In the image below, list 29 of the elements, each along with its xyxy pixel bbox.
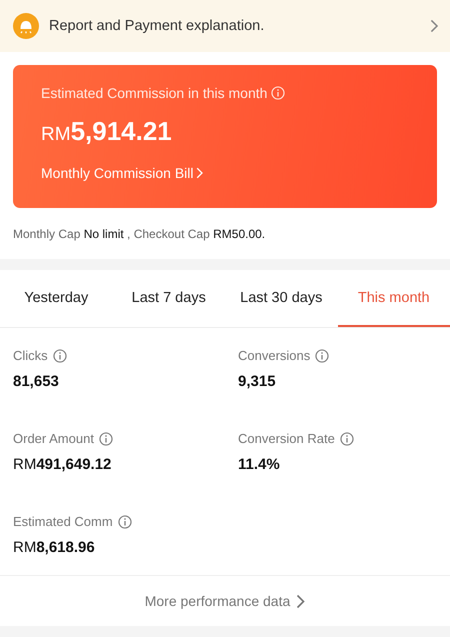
chevron-right-icon [196,167,204,179]
metric-value: RM491,649.12 [13,456,112,473]
metric-label: Clicks [13,348,48,363]
metric-value: 81,653 [13,373,60,390]
chevron-right-icon [296,594,306,608]
notice-text: Report and Payment explanation. [49,18,266,34]
info-icon[interactable] [98,432,113,446]
metric-label: Conversions [238,348,310,363]
info-icon[interactable] [340,432,354,446]
chevron-right-icon [430,19,438,33]
metric-value: RM8,618.96 [13,539,96,556]
info-icon[interactable] [52,348,67,362]
notice-bar[interactable]: Report and Payment explanation. [0,0,450,52]
metric-label: Estimated Comm [13,514,113,529]
period-tab[interactable]: Last 7 days [112,270,225,327]
period-tab[interactable]: This month [338,270,450,327]
metric-value: 11.4% [238,456,281,473]
bell-icon [13,13,39,39]
card-title: Estimated Commission in this month [41,85,409,101]
info-icon[interactable] [118,514,132,528]
metric-value: 9,315 [238,373,277,390]
metric-label: Order Amount [13,431,94,446]
info-icon[interactable] [315,348,330,362]
period-tab[interactable]: Yesterday [0,270,112,327]
commission-amount: RM5,914.21 [41,116,173,147]
metric-label: Conversion Rate [238,431,335,446]
cap-info: Monthly Cap No limit , Checkout Cap RM50.00. [13,227,266,241]
period-tab[interactable]: Last 30 days [225,270,338,327]
more-data-link[interactable]: More performance data [144,593,306,609]
